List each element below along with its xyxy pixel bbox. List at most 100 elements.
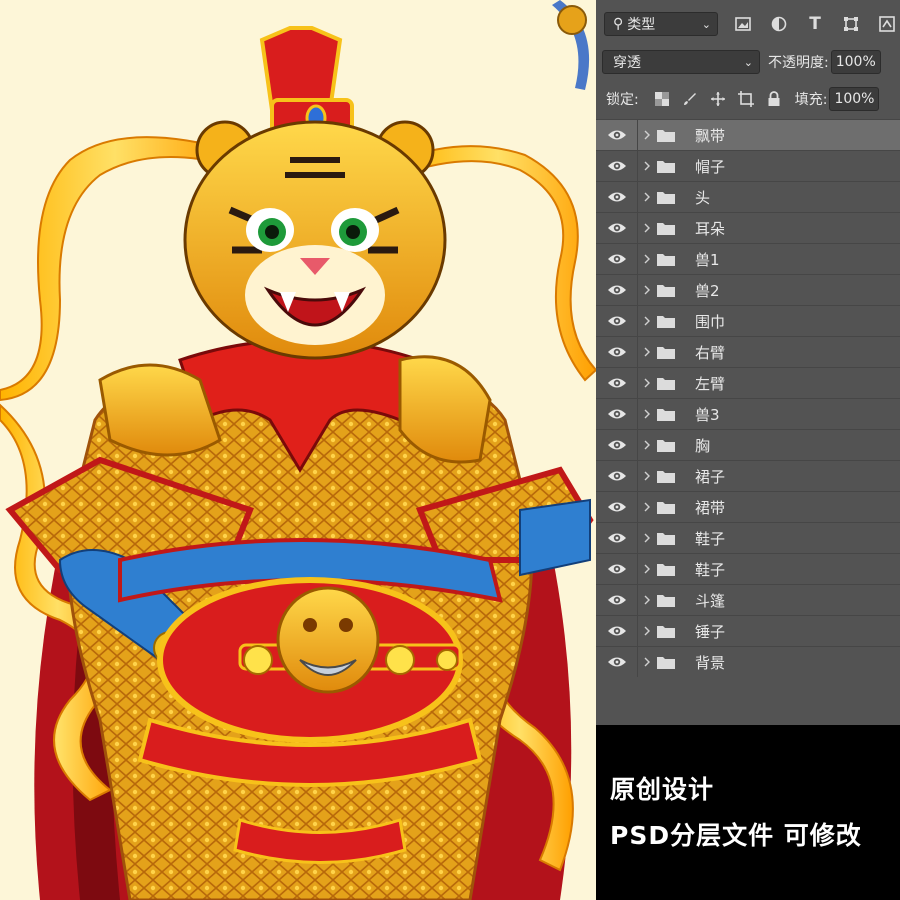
layer-filter-kind[interactable]: ⚲ 类型 ⌄ bbox=[604, 12, 718, 36]
chevron-right-icon[interactable] bbox=[642, 499, 652, 515]
eye-visibility-icon[interactable] bbox=[607, 531, 627, 545]
layer-name: 裙带 bbox=[695, 499, 726, 517]
chevron-right-icon[interactable] bbox=[642, 313, 652, 329]
eye-visibility-icon[interactable] bbox=[607, 314, 627, 328]
chevron-down-icon: ⌄ bbox=[743, 55, 753, 69]
eye-visibility-icon[interactable] bbox=[607, 190, 627, 204]
chevron-right-icon[interactable] bbox=[642, 189, 652, 205]
smart-object-filter-icon[interactable] bbox=[876, 13, 898, 35]
eye-visibility-icon[interactable] bbox=[607, 593, 627, 607]
layer-row[interactable]: 兽1 bbox=[596, 243, 900, 274]
chevron-right-icon[interactable] bbox=[642, 468, 652, 484]
layer-row[interactable]: 裙子 bbox=[596, 460, 900, 491]
chevron-right-icon[interactable] bbox=[642, 623, 652, 639]
row-divider bbox=[637, 244, 638, 274]
layer-row[interactable]: 鞋子 bbox=[596, 522, 900, 553]
eye-visibility-icon[interactable] bbox=[607, 438, 627, 452]
opacity-value: 100% bbox=[835, 54, 876, 70]
layer-name: 帽子 bbox=[695, 158, 726, 176]
row-divider bbox=[637, 585, 638, 615]
folder-icon bbox=[657, 223, 675, 235]
eye-visibility-icon[interactable] bbox=[607, 283, 627, 297]
lock-artboard-icon[interactable] bbox=[735, 88, 757, 110]
lock-image-pixels-icon[interactable] bbox=[679, 88, 701, 110]
folder-icon bbox=[657, 533, 675, 545]
row-divider bbox=[637, 616, 638, 646]
promo-line-2: PSD分层文件 可修改 bbox=[610, 821, 862, 850]
eye-visibility-icon[interactable] bbox=[607, 221, 627, 235]
layer-name: 鞋子 bbox=[695, 530, 726, 548]
eye-visibility-icon[interactable] bbox=[607, 624, 627, 638]
eye-visibility-icon[interactable] bbox=[607, 128, 627, 142]
row-divider bbox=[637, 523, 638, 553]
promo-line-1: 原创设计 bbox=[610, 775, 715, 804]
layer-row[interactable]: 鞋子 bbox=[596, 553, 900, 584]
chevron-right-icon[interactable] bbox=[642, 406, 652, 422]
layer-row[interactable]: 右臂 bbox=[596, 336, 900, 367]
layer-row[interactable]: 兽3 bbox=[596, 398, 900, 429]
chevron-right-icon[interactable] bbox=[642, 158, 652, 174]
eye-visibility-icon[interactable] bbox=[607, 376, 627, 390]
chevron-right-icon[interactable] bbox=[642, 530, 652, 546]
eye-visibility-icon[interactable] bbox=[607, 500, 627, 514]
tiger-head bbox=[183, 120, 447, 360]
pixel-layer-filter-icon[interactable] bbox=[732, 13, 754, 35]
opacity-input[interactable]: 100% bbox=[830, 50, 881, 74]
layer-name: 耳朵 bbox=[695, 220, 726, 238]
chevron-right-icon[interactable] bbox=[642, 437, 652, 453]
layer-row[interactable]: 左臂 bbox=[596, 367, 900, 398]
layer-row[interactable]: 帽子 bbox=[596, 150, 900, 181]
eye-visibility-icon[interactable] bbox=[607, 252, 627, 266]
layer-row[interactable]: 裙带 bbox=[596, 491, 900, 522]
folder-icon bbox=[657, 471, 675, 483]
folder-icon bbox=[657, 161, 675, 173]
lock-label: 锁定: bbox=[606, 92, 639, 108]
chevron-right-icon[interactable] bbox=[642, 251, 652, 267]
layer-row[interactable]: 锤子 bbox=[596, 615, 900, 646]
layer-name: 头 bbox=[695, 189, 711, 207]
layer-row[interactable]: 飘带 bbox=[596, 119, 900, 150]
layer-row[interactable]: 背景 bbox=[596, 646, 900, 677]
eye-visibility-icon[interactable] bbox=[607, 469, 627, 483]
lock-transparent-pixels-icon[interactable] bbox=[651, 88, 673, 110]
folder-icon bbox=[657, 192, 675, 204]
eye-visibility-icon[interactable] bbox=[607, 655, 627, 669]
layer-name: 右臂 bbox=[695, 344, 726, 362]
chevron-right-icon[interactable] bbox=[642, 592, 652, 608]
chevron-right-icon[interactable] bbox=[642, 220, 652, 236]
fill-input[interactable]: 100% bbox=[829, 87, 880, 111]
eye-visibility-icon[interactable] bbox=[607, 159, 627, 173]
chevron-right-icon[interactable] bbox=[642, 344, 652, 360]
layer-name: 胸 bbox=[695, 437, 711, 455]
layer-row[interactable]: 胸 bbox=[596, 429, 900, 460]
layer-row[interactable]: 兽2 bbox=[596, 274, 900, 305]
layer-row[interactable]: 围巾 bbox=[596, 305, 900, 336]
chevron-right-icon[interactable] bbox=[642, 375, 652, 391]
eye-visibility-icon[interactable] bbox=[607, 562, 627, 576]
lock-position-icon[interactable] bbox=[707, 88, 729, 110]
layers-panel: ⚲ 类型 ⌄ T 穿透 ⌄ 不透明度: 100% 锁定: 填充: 100% 飘带… bbox=[596, 0, 900, 725]
eye-visibility-icon[interactable] bbox=[607, 345, 627, 359]
row-divider bbox=[637, 151, 638, 181]
layer-row[interactable]: 耳朵 bbox=[596, 212, 900, 243]
shape-layer-filter-icon[interactable] bbox=[840, 13, 862, 35]
layer-name: 兽3 bbox=[695, 406, 720, 424]
chevron-right-icon[interactable] bbox=[642, 561, 652, 577]
type-layer-filter-icon[interactable]: T bbox=[804, 13, 826, 35]
lock-all-icon[interactable] bbox=[763, 88, 785, 110]
row-divider bbox=[637, 461, 638, 491]
layer-name: 背景 bbox=[695, 654, 726, 672]
chevron-right-icon[interactable] bbox=[642, 654, 652, 670]
chevron-right-icon[interactable] bbox=[642, 127, 652, 143]
layer-name: 兽1 bbox=[695, 251, 720, 269]
layer-row[interactable]: 头 bbox=[596, 181, 900, 212]
chevron-right-icon[interactable] bbox=[642, 282, 652, 298]
blend-mode-select[interactable]: 穿透 ⌄ bbox=[602, 50, 760, 74]
eye-visibility-icon[interactable] bbox=[607, 407, 627, 421]
adjustment-layer-filter-icon[interactable] bbox=[768, 13, 790, 35]
layer-row[interactable]: 斗篷 bbox=[596, 584, 900, 615]
row-divider bbox=[637, 492, 638, 522]
layer-name: 飘带 bbox=[695, 127, 726, 145]
row-divider bbox=[637, 430, 638, 460]
beast-buckle bbox=[276, 586, 380, 694]
